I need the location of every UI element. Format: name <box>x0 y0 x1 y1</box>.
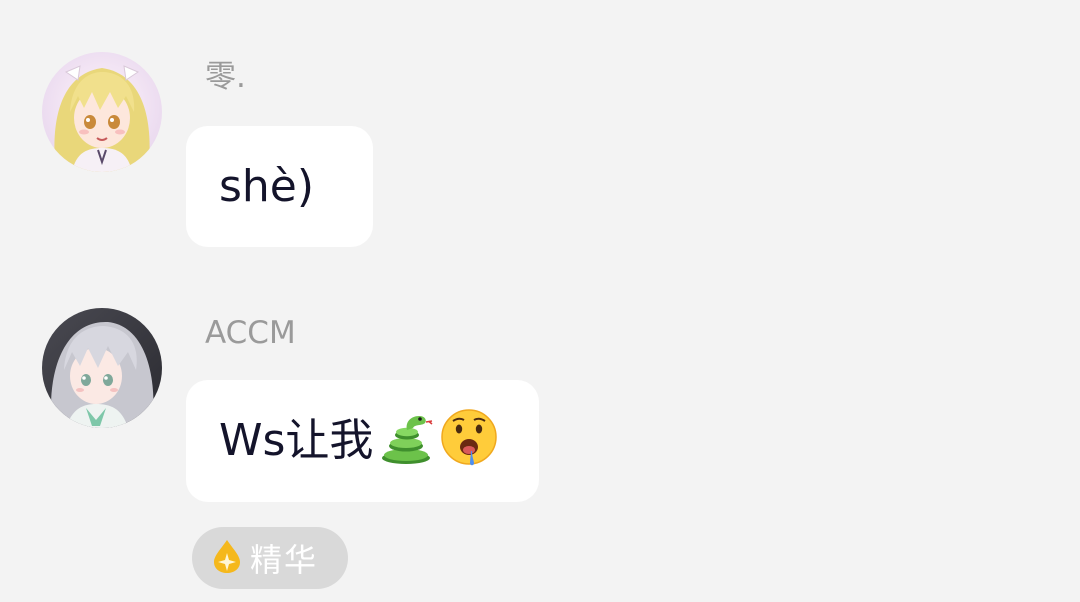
badge-label: 精华 <box>250 541 319 579</box>
message-bubble[interactable]: Ws让我 <box>186 380 539 502</box>
message-text: Ws让我 <box>219 415 374 466</box>
chat-view: 零. shè) ACCM Ws让我 精华 <box>0 0 1080 602</box>
avatar[interactable] <box>42 52 162 172</box>
sender-name: 零. <box>205 59 246 95</box>
sender-name: ACCM <box>205 315 296 351</box>
anime-girl-blonde-avatar-icon <box>42 52 162 172</box>
essence-badge[interactable]: 精华 <box>192 527 348 589</box>
message-bubble[interactable]: shè) <box>186 126 373 247</box>
flame-drop-icon <box>212 538 242 578</box>
anime-girl-silver-hair-avatar-icon <box>42 308 162 428</box>
snake-emoji-icon <box>377 408 435 474</box>
message-text: shè) <box>219 160 315 212</box>
drooling-face-emoji-icon <box>439 407 499 475</box>
avatar[interactable] <box>42 308 162 428</box>
